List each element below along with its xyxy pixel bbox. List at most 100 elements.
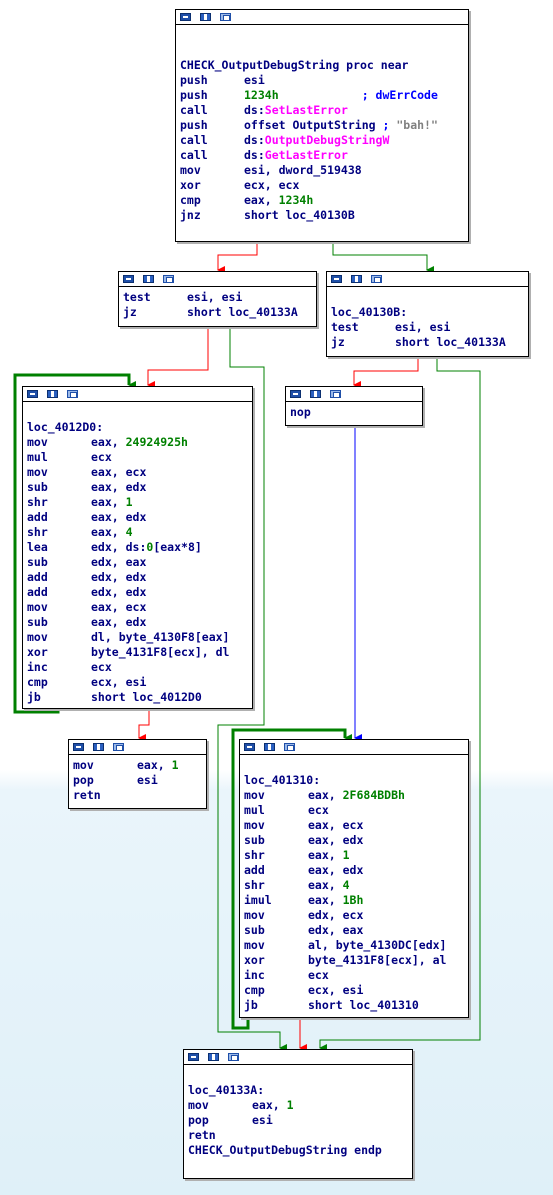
block-label: loc_40130B: — [331, 305, 408, 319]
operand: esi, esi — [187, 290, 243, 304]
operand: edx, ds: — [91, 540, 147, 554]
block-label: loc_40133A: — [188, 1083, 265, 1097]
group-icon[interactable] — [163, 275, 174, 283]
graph-icon[interactable] — [290, 390, 301, 398]
mnemonic: call — [180, 133, 208, 147]
graph-icon[interactable] — [180, 13, 191, 21]
operand: eax, edx — [308, 833, 364, 847]
instruction: imul eax, 1Bh — [244, 893, 468, 908]
instruction: call ds:SetLastError — [180, 103, 468, 118]
graph-icon[interactable] — [27, 390, 38, 398]
operand: ; — [375, 118, 397, 132]
instruction: xor byte_4131F8[ecx], dl — [27, 645, 252, 660]
color-icon[interactable] — [143, 275, 154, 283]
graph-icon[interactable] — [73, 743, 84, 751]
operand: short loc_40133A — [395, 335, 506, 349]
node-test-b[interactable]: loc_40130B: test esi, esi jz short loc_4013… — [326, 271, 529, 357]
operand: edx, eax — [308, 923, 364, 937]
node-header — [240, 740, 468, 755]
group-icon[interactable] — [220, 13, 231, 21]
instruction: jz short loc_40133A — [331, 335, 528, 350]
operand: offset OutputString — [244, 118, 376, 132]
group-icon[interactable] — [371, 275, 382, 283]
operand: eax, ecx — [308, 818, 364, 832]
instruction: cmp ecx, esi — [27, 675, 252, 690]
group-icon[interactable] — [228, 1053, 239, 1061]
mnemonic: jb — [244, 998, 258, 1012]
color-icon[interactable] — [310, 390, 321, 398]
graph-icon[interactable] — [331, 275, 342, 283]
instruction-list: test esi, esi jz short loc_40133A — [331, 320, 528, 350]
instruction: lea edx, ds:0[eax*8] — [27, 540, 252, 555]
operand: edx, edx — [91, 570, 147, 584]
operand: ecx, esi — [308, 983, 364, 997]
proc-start: CHECK_OutputDebugString proc near — [180, 58, 409, 72]
mnemonic: sub — [244, 923, 265, 937]
instruction: jnz short loc_40130B — [180, 208, 468, 223]
instruction: push 1234h ; dwErrCode — [180, 88, 468, 103]
graph-icon[interactable] — [244, 743, 255, 751]
node-ret-a[interactable]: mov eax, 1 pop esi retn — [68, 739, 207, 809]
mnemonic: pop — [73, 773, 94, 787]
group-icon[interactable] — [113, 743, 124, 751]
operand: edx, ecx — [308, 908, 364, 922]
instruction: jb short loc_401310 — [244, 998, 468, 1013]
mnemonic: test — [331, 320, 359, 334]
mnemonic: test — [123, 290, 151, 304]
instruction: mov eax, ecx — [27, 600, 252, 615]
instruction: mov eax, 2F684BDBh — [244, 788, 468, 803]
operand: eax, edx — [91, 480, 147, 494]
operand: [eax*8] — [153, 540, 202, 554]
graph-icon[interactable] — [188, 1053, 199, 1061]
operand: edx, eax — [91, 555, 147, 569]
color-icon[interactable] — [200, 13, 211, 21]
operand: ecx — [308, 803, 329, 817]
node-header — [176, 10, 468, 25]
operand: ds: — [244, 103, 265, 117]
instruction: nop — [290, 405, 422, 420]
group-icon[interactable] — [67, 390, 78, 398]
mnemonic: mov — [180, 163, 201, 177]
instruction: sub edx, eax — [27, 555, 252, 570]
color-icon[interactable] — [351, 275, 362, 283]
color-icon[interactable] — [93, 743, 104, 751]
node-body: test esi, esi jz short loc_40133A — [119, 287, 316, 320]
group-icon[interactable] — [330, 390, 341, 398]
instruction-list: push esi push 1234h ; dwErrCode call ds:SetLa… — [180, 73, 468, 223]
operand: 1 — [171, 758, 179, 772]
color-icon[interactable] — [208, 1053, 219, 1061]
instruction: shr eax, 4 — [27, 525, 252, 540]
operand: 2F684BDBh — [342, 788, 405, 802]
node-loop-b[interactable]: loc_401310: mov eax, 2F684BDBh mul ecx mov ea… — [239, 739, 469, 1018]
instruction: push offset OutputString ; "bah!" — [180, 118, 468, 133]
node-header — [327, 272, 528, 287]
color-icon[interactable] — [47, 390, 58, 398]
operand: 1 — [125, 495, 133, 509]
operand: GetLastError — [264, 148, 348, 162]
instruction: retn — [188, 1128, 412, 1143]
operand: eax, — [308, 878, 343, 892]
operand: esi — [137, 773, 158, 787]
node-loop-a[interactable]: loc_4012D0: mov eax, 24924925h mul ecx mov ea… — [22, 386, 253, 709]
node-entry[interactable]: CHECK_OutputDebugString proc near push es… — [175, 9, 469, 242]
operand: al, byte_4130DC[edx] — [308, 938, 447, 952]
mnemonic: imul — [244, 893, 272, 907]
color-icon[interactable] — [264, 743, 275, 751]
instruction-list: mov eax, 2F684BDBh mul ecx mov eax, ecx sub eax… — [244, 788, 468, 1013]
graph-icon[interactable] — [123, 275, 134, 283]
node-nop[interactable]: nop — [285, 386, 423, 426]
operand: ecx, ecx — [244, 178, 300, 192]
node-exit[interactable]: loc_40133A: mov eax, 1 pop esi retn CHECK_Ou… — [183, 1049, 413, 1179]
mnemonic: cmp — [27, 675, 48, 689]
mnemonic: push — [180, 88, 208, 102]
group-icon[interactable] — [284, 743, 295, 751]
operand: ecx — [91, 660, 112, 674]
mnemonic: inc — [27, 660, 48, 674]
instruction: add edx, edx — [27, 570, 252, 585]
node-test-a[interactable]: test esi, esi jz short loc_40133A — [118, 271, 317, 327]
mnemonic: lea — [27, 540, 48, 554]
operand: short loc_40133A — [187, 305, 298, 319]
mnemonic: sub — [27, 480, 48, 494]
instruction-list: nop — [290, 405, 422, 420]
instruction: add eax, edx — [27, 510, 252, 525]
